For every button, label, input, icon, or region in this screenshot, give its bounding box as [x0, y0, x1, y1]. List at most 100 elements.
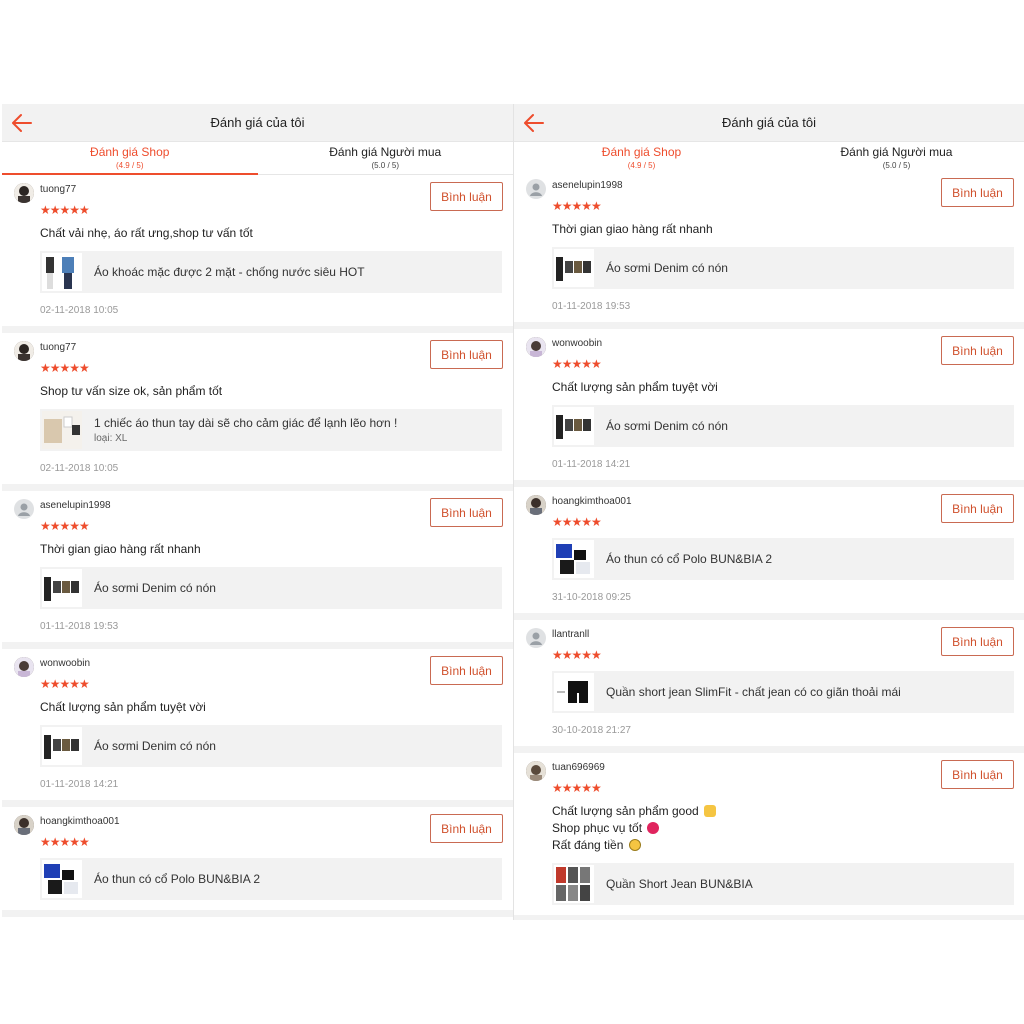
product-card[interactable]: Áo thun có cổ Polo BUN&BIA 2: [552, 538, 1014, 580]
product-thumbnail: [42, 569, 82, 607]
tab-score: (4.9 / 5): [115, 161, 144, 170]
page-title: Đánh giá của tôi: [722, 115, 816, 130]
product-card[interactable]: Áo sơmi Denim có nón: [552, 405, 1014, 447]
product-thumbnail: [42, 727, 82, 765]
comment-text: Shop phục vụ tốt: [552, 820, 1012, 837]
avatar: [14, 657, 34, 677]
avatar: [526, 337, 546, 357]
tab-label: Đánh giá Người mua: [840, 145, 953, 159]
review-date: 01-11-2018 14:21: [552, 459, 631, 470]
comment-text: Chất lượng sản phẩm tuyệt vời: [552, 380, 718, 394]
heart-icon: [647, 822, 660, 834]
review-date: 01-11-2018 19:53: [40, 621, 119, 632]
product-thumbnail: [554, 673, 594, 711]
review-screen-left: Đánh giá của tôi Đánh giá Shop (4.9 / 5)…: [2, 104, 513, 920]
comment-button[interactable]: Bình luận: [941, 178, 1014, 207]
review-comment: Chất lượng sản phẩm tuyệt vời: [40, 699, 501, 716]
thumbs-up-icon: [704, 805, 717, 817]
tab-label: Đánh giá Shop: [90, 145, 170, 159]
tab-shop-reviews[interactable]: Đánh giá Shop (4.9 / 5): [514, 142, 769, 175]
review-item: asenelupin1998 ★★★★★ Thời gian giao hàng…: [514, 171, 1024, 329]
comment-text: Rất đáng tiền: [552, 837, 1012, 854]
review-item: wonwoobin ★★★★★ Chất lượng sản phẩm tuyệ…: [514, 329, 1024, 487]
comment-button[interactable]: Bình luận: [941, 336, 1014, 365]
review-item: wonwoobin ★★★★★ Chất lượng sản phẩm tuyệ…: [2, 649, 513, 807]
product-name: Áo sơmi Denim có nón: [94, 739, 216, 753]
review-comment: Thời gian giao hàng rất nhanh: [40, 541, 501, 558]
review-list: asenelupin1998 ★★★★★ Thời gian giao hàng…: [514, 171, 1024, 920]
tab-score: (4.9 / 5): [627, 161, 656, 170]
comment-text: Chất lượng sản phẩm good: [552, 803, 1012, 820]
review-comment: Thời gian giao hàng rất nhanh: [552, 221, 1012, 238]
product-thumbnail: [554, 540, 594, 578]
product-card[interactable]: Áo sơmi Denim có nón: [40, 725, 502, 767]
review-item: hoangkimthoa001 ★★★★★ Áo thun có cổ Polo…: [2, 807, 513, 917]
tab-bar: Đánh giá Shop (4.9 / 5) Đánh giá Người m…: [2, 142, 513, 175]
review-date: 31-10-2018 09:25: [552, 592, 631, 603]
product-card[interactable]: 1 chiếc áo thun tay dài sẽ cho cảm giác …: [40, 409, 502, 451]
comment-button[interactable]: Bình luận: [430, 498, 503, 527]
product-variant: loại: XL: [94, 433, 128, 444]
product-thumbnail: [42, 860, 82, 898]
review-date: 02-11-2018 10:05: [40, 305, 119, 316]
comment-button[interactable]: Bình luận: [430, 656, 503, 685]
product-thumbnail: [42, 411, 82, 449]
comment-button[interactable]: Bình luận: [941, 494, 1014, 523]
product-card[interactable]: Áo thun có cổ Polo BUN&BIA 2: [40, 858, 502, 900]
tab-score: (5.0 / 5): [882, 161, 911, 170]
review-comment: Chất lượng sản phẩm good Shop phục vụ tố…: [552, 803, 1012, 854]
product-name: Áo thun có cổ Polo BUN&BIA 2: [94, 872, 261, 886]
comment-button[interactable]: Bình luận: [430, 814, 503, 843]
product-name: Áo thun có cổ Polo BUN&BIA 2: [606, 552, 773, 566]
review-date: 01-11-2018 19:53: [552, 301, 631, 312]
avatar: [526, 179, 546, 199]
page-title: Đánh giá của tôi: [210, 115, 305, 130]
product-name: Áo sơmi Denim có nón: [606, 419, 728, 433]
product-card[interactable]: Áo khoác mặc được 2 mặt - chống nước siê…: [40, 251, 502, 293]
tab-buyer-reviews[interactable]: Đánh giá Người mua (5.0 / 5): [258, 142, 514, 174]
comment-text: Chất lượng sản phẩm good: [552, 804, 699, 818]
product-name: 1 chiếc áo thun tay dài sẽ cho cảm giác …: [94, 416, 398, 430]
review-item: tuong77 ★★★★★ Chất vải nhẹ, áo rất ưng,s…: [2, 175, 513, 333]
review-item: asenelupin1998 ★★★★★ Thời gian giao hàng…: [2, 491, 513, 649]
review-item: tuan696969 ★★★★★ Chất lượng sản phẩm goo…: [514, 753, 1024, 920]
tab-label: Đánh giá Người mua: [329, 145, 442, 159]
avatar: [14, 341, 34, 361]
product-name: Quần Short Jean BUN&BIA: [606, 877, 753, 891]
product-name: Áo sơmi Denim có nón: [94, 581, 216, 595]
comment-text: Rất đáng tiền: [552, 838, 624, 852]
product-name: Áo sơmi Denim có nón: [606, 261, 728, 275]
tab-label: Đánh giá Shop: [601, 145, 682, 159]
review-screen-right: Đánh giá của tôi Đánh giá Shop (4.9 / 5)…: [513, 104, 1024, 920]
comment-button[interactable]: Bình luận: [941, 627, 1014, 656]
avatar: [14, 183, 34, 203]
comment-button[interactable]: Bình luận: [430, 340, 503, 369]
app-header: Đánh giá của tôi: [514, 104, 1024, 142]
review-date: 02-11-2018 10:05: [40, 463, 119, 474]
review-date: 01-11-2018 14:21: [40, 779, 119, 790]
comment-text: Chất vải nhẹ, áo rất ưng,shop tư vấn tốt: [40, 226, 253, 240]
comment-button[interactable]: Bình luận: [430, 182, 503, 211]
product-thumbnail: [554, 865, 594, 903]
avatar: [526, 495, 546, 515]
product-thumbnail: [42, 253, 82, 291]
comment-text: Shop phục vụ tốt: [552, 821, 643, 835]
comment-button[interactable]: Bình luận: [941, 760, 1014, 789]
product-card[interactable]: Quần Short Jean BUN&BIA: [552, 863, 1014, 905]
review-item: llantranll ★★★★★ Quần short jean SlimFit…: [514, 620, 1024, 753]
review-comment: Shop tư vấn size ok, sản phẩm tốt: [40, 383, 501, 400]
product-name: Áo khoác mặc được 2 mặt - chống nước siê…: [94, 265, 365, 279]
product-card[interactable]: Quần short jean SlimFit - chất jean có c…: [552, 671, 1014, 713]
product-thumbnail: [554, 407, 594, 445]
tab-buyer-reviews[interactable]: Đánh giá Người mua (5.0 / 5): [769, 142, 1024, 174]
avatar: [526, 761, 546, 781]
tab-shop-reviews[interactable]: Đánh giá Shop (4.9 / 5): [2, 142, 258, 175]
avatar: [14, 499, 34, 519]
avatar: [14, 815, 34, 835]
review-comment: Chất vải nhẹ, áo rất ưng,shop tư vấn tốt: [40, 225, 501, 242]
review-list: tuong77 ★★★★★ Chất vải nhẹ, áo rất ưng,s…: [2, 175, 513, 917]
comment-text: Chất lượng sản phẩm tuyệt vời: [40, 700, 206, 714]
product-card[interactable]: Áo sơmi Denim có nón: [40, 567, 502, 609]
comment-text: Thời gian giao hàng rất nhanh: [40, 542, 201, 556]
product-card[interactable]: Áo sơmi Denim có nón: [552, 247, 1014, 289]
